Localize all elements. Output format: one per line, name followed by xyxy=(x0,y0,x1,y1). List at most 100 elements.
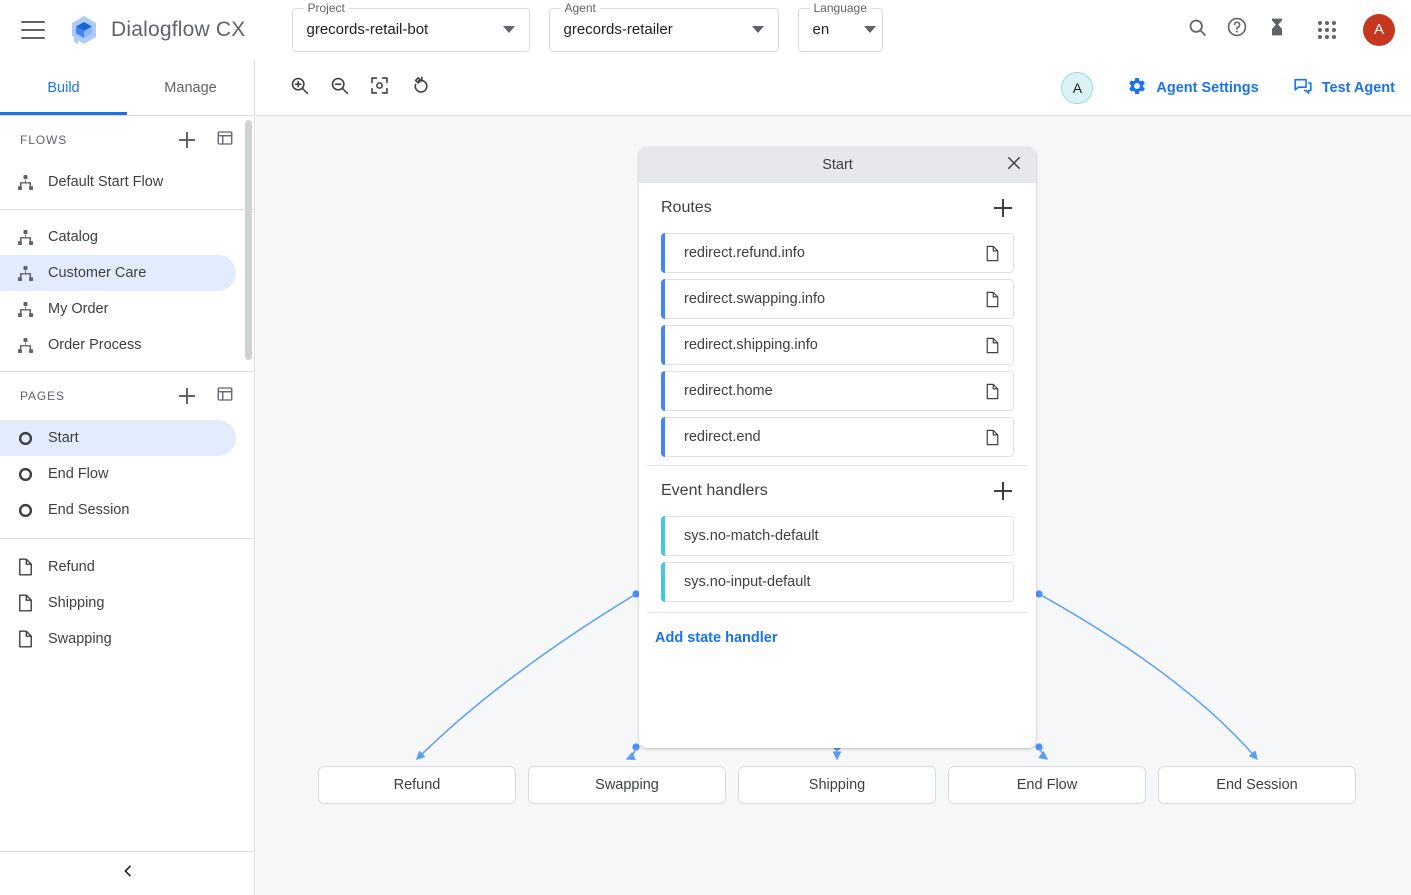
event-handlers-heading: Event handlers xyxy=(661,482,990,500)
flows-section-title: FLOWS xyxy=(20,133,174,147)
event-handler-item[interactable]: sys.no-match-default xyxy=(661,516,1014,556)
fit-to-screen-button[interactable] xyxy=(362,71,396,105)
add-state-handler-link[interactable]: Add state handler xyxy=(655,630,777,646)
flow-node-swapping[interactable]: Swapping xyxy=(528,766,726,804)
language-select[interactable]: Language en xyxy=(798,8,883,52)
sidebar-page-end-flow[interactable]: End Flow xyxy=(0,456,236,492)
event-handler-label: sys.no-input-default xyxy=(684,574,1001,590)
route-item[interactable]: redirect.swapping.info xyxy=(661,279,1014,319)
route-label: redirect.shipping.info xyxy=(684,337,983,353)
sidebar-page-label: Refund xyxy=(48,559,95,575)
plus-icon xyxy=(179,132,195,148)
sidebar-page-label: Shipping xyxy=(48,595,104,611)
routes-section: Routes redirect.refund.info redirect.swa… xyxy=(639,183,1036,457)
tab-manage[interactable]: Manage xyxy=(127,60,254,115)
gear-icon xyxy=(1127,76,1147,100)
help-icon xyxy=(1226,16,1248,43)
plus-icon xyxy=(994,199,1012,217)
route-item[interactable]: redirect.shipping.info xyxy=(661,325,1014,365)
tab-build[interactable]: Build xyxy=(0,60,127,115)
pending-tasks-button[interactable] xyxy=(1257,10,1297,50)
sidebar-flow-default-start-flow[interactable]: Default Start Flow xyxy=(0,164,236,200)
flow-node-end-flow[interactable]: End Flow xyxy=(948,766,1146,804)
page-document-icon xyxy=(983,337,1001,354)
sidebar-page-start[interactable]: Start xyxy=(0,420,236,456)
project-select-label: Project xyxy=(304,1,349,15)
center-focus-icon xyxy=(369,75,390,101)
header-selects: Project grecords-retail-bot Agent grecor… xyxy=(292,8,883,52)
reset-layout-button[interactable] xyxy=(402,71,436,105)
page-document-icon xyxy=(983,383,1001,400)
page-detail-panel: Start Routes redirect.refund.info xyxy=(639,147,1036,748)
flows-divider xyxy=(0,209,254,210)
flow-icon xyxy=(14,300,36,319)
sidebar-flow-customer-care[interactable]: Customer Care xyxy=(0,255,236,291)
agent-avatar[interactable]: A xyxy=(1061,72,1093,104)
flows-scrollbar-thumb[interactable] xyxy=(245,120,252,360)
pages-custom-divider xyxy=(0,538,254,539)
flow-node-end-session[interactable]: End Session xyxy=(1158,766,1356,804)
flow-node-label: Shipping xyxy=(809,777,865,793)
sidebar-flow-label: My Order xyxy=(48,301,108,317)
close-panel-button[interactable] xyxy=(1002,153,1026,177)
sidebar-flow-order-process[interactable]: Order Process xyxy=(0,327,236,363)
flows-scrollbar[interactable] xyxy=(245,120,252,416)
agent-settings-button[interactable]: Agent Settings xyxy=(1127,76,1258,100)
flow-node-label: End Flow xyxy=(1017,777,1077,793)
sidebar-page-shipping[interactable]: Shipping xyxy=(0,585,236,621)
edge-to-refund xyxy=(417,594,636,759)
route-item[interactable]: redirect.end xyxy=(661,417,1014,457)
zoom-out-icon xyxy=(329,75,350,101)
add-route-button[interactable] xyxy=(990,195,1016,221)
zoom-out-button[interactable] xyxy=(322,71,356,105)
chevron-left-icon xyxy=(120,863,136,884)
apps-button[interactable] xyxy=(1307,10,1347,50)
header-actions: A xyxy=(1177,10,1411,50)
left-sidebar: Build Manage FLOWS Default xyxy=(0,60,255,895)
flow-node-refund[interactable]: Refund xyxy=(318,766,516,804)
route-item[interactable]: redirect.refund.info xyxy=(661,233,1014,273)
add-event-handler-button[interactable] xyxy=(990,478,1016,504)
flow-node-shipping[interactable]: Shipping xyxy=(738,766,936,804)
toolbar-right-actions: A Agent Settings Test Agent xyxy=(1061,72,1395,104)
agent-select[interactable]: Agent grecords-retailer xyxy=(549,8,779,52)
test-agent-button[interactable]: Test Agent xyxy=(1293,76,1395,100)
route-item[interactable]: redirect.home xyxy=(661,371,1014,411)
plus-icon xyxy=(994,482,1012,500)
search-button[interactable] xyxy=(1177,10,1217,50)
test-agent-label: Test Agent xyxy=(1322,80,1395,96)
project-select[interactable]: Project grecords-retail-bot xyxy=(292,8,530,52)
event-handler-item[interactable]: sys.no-input-default xyxy=(661,562,1014,602)
help-button[interactable] xyxy=(1217,10,1257,50)
page-document-icon xyxy=(14,594,36,612)
sidebar-flow-label: Default Start Flow xyxy=(48,174,163,190)
pages-list-view-button[interactable] xyxy=(212,383,238,409)
add-flow-button[interactable] xyxy=(174,127,200,153)
routes-header: Routes xyxy=(653,183,1022,233)
dialogflow-logo-icon xyxy=(68,14,100,46)
sidebar-page-label: Start xyxy=(48,430,79,446)
flow-icon xyxy=(14,264,36,283)
page-document-icon xyxy=(983,245,1001,262)
chevron-down-icon xyxy=(864,26,876,33)
sidebar-page-end-session[interactable]: End Session xyxy=(0,492,236,528)
zoom-in-button[interactable] xyxy=(282,71,316,105)
top-header: Dialogflow CX Project grecords-retail-bo… xyxy=(0,0,1411,60)
sidebar-page-swapping[interactable]: Swapping xyxy=(0,621,236,657)
sidebar-page-refund[interactable]: Refund xyxy=(0,549,236,585)
sidebar-flow-catalog[interactable]: Catalog xyxy=(0,219,236,255)
edge-to-end-session xyxy=(1039,594,1257,759)
add-page-button[interactable] xyxy=(174,383,200,409)
flow-node-label: Refund xyxy=(394,777,441,793)
sidebar-flow-my-order[interactable]: My Order xyxy=(0,291,236,327)
agent-settings-label: Agent Settings xyxy=(1156,80,1258,96)
edge-to-end-flow xyxy=(1039,747,1047,759)
brand: Dialogflow CX xyxy=(68,14,246,46)
user-avatar[interactable]: A xyxy=(1363,14,1395,46)
hourglass-icon xyxy=(1267,17,1287,42)
collapse-sidebar-button[interactable] xyxy=(0,851,255,895)
flows-list-view-button[interactable] xyxy=(212,127,238,153)
flow-canvas[interactable]: Start Routes redirect.refund.info xyxy=(256,116,1411,895)
sidebar-page-label: End Flow xyxy=(48,466,108,482)
hamburger-menu-icon[interactable] xyxy=(21,21,45,39)
